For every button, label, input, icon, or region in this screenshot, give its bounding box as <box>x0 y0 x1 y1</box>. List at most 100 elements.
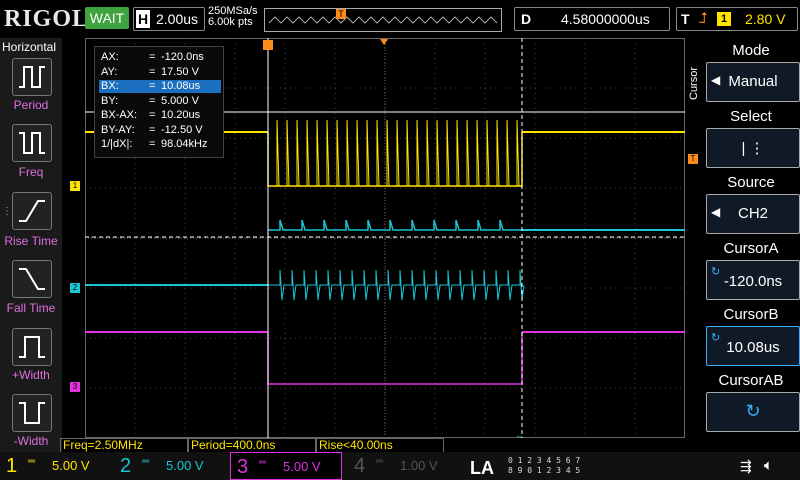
ch3-tab[interactable]: 3 ═ 5.00 V <box>230 452 342 480</box>
delay-box[interactable]: D 4.58000000us <box>514 7 670 31</box>
freq-icon <box>19 132 45 154</box>
trigger-level-marker[interactable]: T <box>688 154 698 164</box>
horizontal-scale-value: 2.00us <box>156 11 199 27</box>
readout-name: BX: <box>101 80 119 92</box>
source-value: CH2 <box>737 205 768 222</box>
cursor-readout: AX: = -120.0ns AY: = 17.50 V BX: = 10.08us BY: = 5.… <box>94 46 224 158</box>
ch2-scale: 5.00 V <box>166 458 204 473</box>
readout-row: BY-AY: = -12.50 V <box>99 124 221 137</box>
measurement-bar: Freq=2.50MHz Period=400.0ns Rise<40.00ns <box>60 438 700 453</box>
fall-time-icon <box>19 268 45 290</box>
select-value: | ⋮ <box>741 140 765 157</box>
readout-name: 1/|dX|: <box>101 138 133 150</box>
ch1-ground-marker[interactable]: 1 <box>70 181 80 191</box>
readout-equals: = <box>149 138 156 150</box>
readout-value: 17.50 V <box>161 65 199 78</box>
neg-width-button[interactable] <box>12 394 52 432</box>
la-button[interactable]: LA <box>470 458 494 479</box>
ch1-coupling-icon: ═ <box>28 456 36 467</box>
period-label: Period <box>13 98 49 112</box>
readout-row: AY: = 17.50 V <box>99 66 221 79</box>
horizontal-scale-box[interactable]: H 2.00us <box>133 7 205 31</box>
ch2-coupling-icon: ═ <box>142 456 150 467</box>
cursor-ab-button[interactable]: ↻ <box>706 392 800 432</box>
la-digits-row2: 8 9 0 1 2 3 4 5 <box>508 466 581 475</box>
sidebar-title: Horizontal <box>2 40 57 54</box>
readout-value: -12.50 V <box>161 123 203 136</box>
pos-width-icon <box>19 336 45 358</box>
neg-width-label: -Width <box>13 434 49 448</box>
readout-equals: = <box>149 109 156 121</box>
rising-edge-icon: ⮥ <box>699 10 708 27</box>
cursor-ab-title: CursorAB <box>718 372 784 389</box>
measure-sidebar: Horizontal Period Freq ⋮ Rise Time Fall … <box>0 38 62 458</box>
measurement-rise[interactable]: Rise<40.00ns <box>316 438 444 453</box>
source-button[interactable]: ◀ CH2 <box>706 194 800 234</box>
ch4-coupling-icon: ═ <box>376 456 384 467</box>
ch2-number: 2 <box>120 455 132 477</box>
readout-equals: = <box>149 123 156 136</box>
fall-time-button[interactable] <box>12 260 52 298</box>
freq-button[interactable] <box>12 124 52 162</box>
readout-row: BX-AX: = 10.20us <box>99 109 221 122</box>
waveform-overview[interactable] <box>264 8 502 32</box>
usb-icon: ⇶ <box>740 458 752 474</box>
horizontal-key: H <box>136 10 150 28</box>
cursor-a-title: CursorA <box>723 240 779 257</box>
ch2-ground-marker[interactable]: 2 <box>70 283 80 293</box>
measurement-period[interactable]: Period=400.0ns <box>188 438 316 453</box>
mode-value: Manual <box>728 73 778 90</box>
ch4-scale: 1.00 V <box>400 458 438 473</box>
delay-value: 4.58000000us <box>561 11 650 27</box>
ch3-coupling-icon: ═ <box>259 457 267 468</box>
top-status-bar: RIGOL WAIT H 2.00us 250MSa/s 6.00k pts T… <box>0 0 800 38</box>
cursor-a-button[interactable]: ↻ -120.0ns <box>706 260 800 300</box>
run-state-badge[interactable]: WAIT <box>85 7 129 29</box>
ch2-tab[interactable]: 2 ═ 5.00 V <box>114 452 224 480</box>
trigger-position-marker: T <box>336 8 346 20</box>
cursor-menu: Mode ◀ Manual Select | ⋮ Source ◀ CH2 Cu… <box>702 38 800 458</box>
memory-depth: 6.00k pts <box>208 16 253 28</box>
readout-value: -120.0ns <box>161 51 204 63</box>
ch1-tab[interactable]: 1 ═ 5.00 V <box>0 452 110 480</box>
speaker-mute-icon[interactable]: 🔈︎ <box>764 457 773 474</box>
cursor-a-value: -120.0ns <box>723 273 783 290</box>
readout-equals: = <box>149 94 156 107</box>
period-button[interactable] <box>12 58 52 96</box>
center-marker-icon <box>380 39 388 45</box>
rise-time-label: Rise Time <box>4 234 58 248</box>
pos-width-button[interactable] <box>12 328 52 366</box>
ch3-scale: 5.00 V <box>283 459 321 474</box>
trigger-time-marker[interactable] <box>263 40 273 50</box>
readout-equals: = <box>149 65 156 78</box>
cursor-b-button[interactable]: ↻ 10.08us <box>706 326 800 366</box>
mode-title: Mode <box>732 42 770 59</box>
trigger-box[interactable]: T ⮥ 1 2.80 V <box>676 7 798 31</box>
readout-row: BY: = 5.000 V <box>99 95 221 108</box>
ch3-number: 3 <box>237 456 249 478</box>
mode-button[interactable]: ◀ Manual <box>706 62 800 102</box>
rise-time-button[interactable] <box>12 192 52 230</box>
ch1-number: 1 <box>6 455 18 477</box>
select-button[interactable]: | ⋮ <box>706 128 800 168</box>
readout-value: 10.08us <box>161 80 201 92</box>
fall-time-label: Fall Time <box>6 301 56 315</box>
readout-row: AX: = -120.0ns <box>99 51 221 64</box>
readout-row: BX: = 10.08us <box>99 80 221 93</box>
ch4-tab[interactable]: 4 ═ 1.00 V <box>348 452 458 480</box>
brand-logo: RIGOL <box>4 6 90 32</box>
readout-value: 5.000 V <box>161 94 199 107</box>
trigger-key: T <box>681 11 690 27</box>
freq-label: Freq <box>18 165 44 179</box>
rise-time-icon <box>19 200 45 222</box>
source-title: Source <box>727 174 775 191</box>
ch3-ground-marker[interactable]: 3 <box>70 382 80 392</box>
select-title: Select <box>730 108 772 125</box>
period-icon <box>19 66 45 88</box>
menu-side-label: Cursor <box>688 66 700 100</box>
measurement-freq[interactable]: Freq=2.50MHz <box>60 438 188 453</box>
delay-key: D <box>520 11 532 27</box>
ch4-number: 4 <box>354 455 366 477</box>
readout-name: BY: <box>101 94 119 107</box>
knob-icon: ↻ <box>745 401 761 421</box>
